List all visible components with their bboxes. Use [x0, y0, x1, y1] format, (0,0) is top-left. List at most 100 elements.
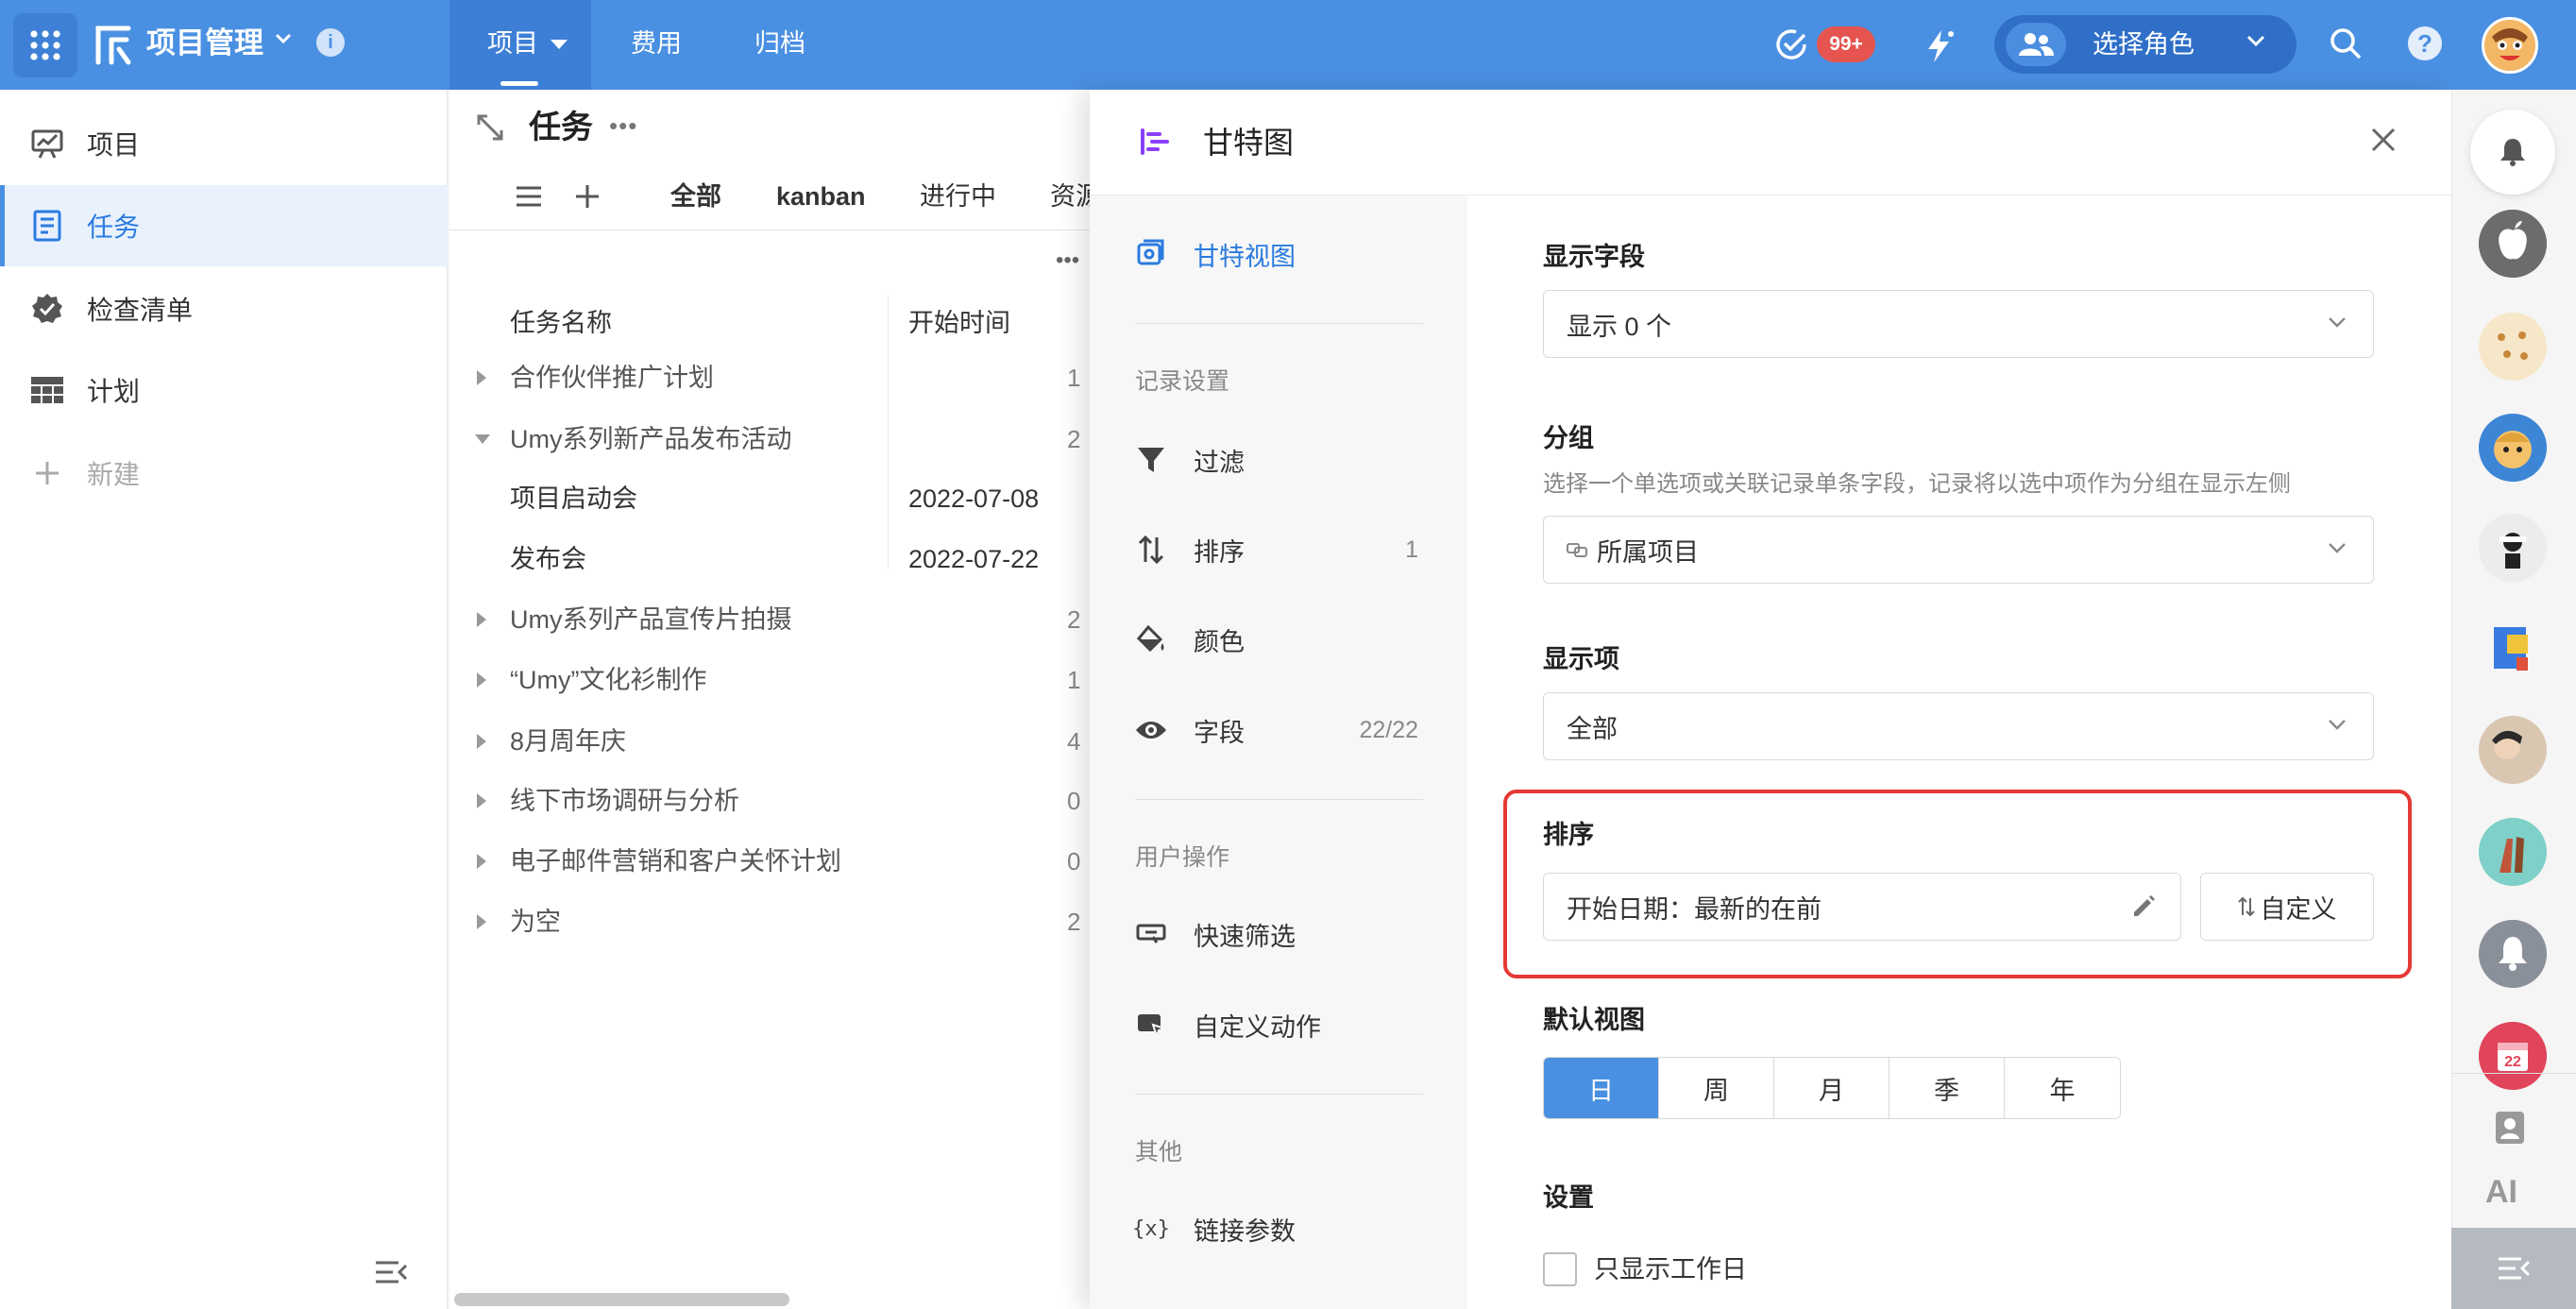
rail-app-apple-icon[interactable]	[2479, 210, 2547, 278]
view-option-week[interactable]: 周	[1659, 1058, 1774, 1118]
row-count: 1	[1067, 364, 1081, 392]
view-option-day[interactable]: 日	[1544, 1058, 1659, 1118]
view-option-month[interactable]: 月	[1774, 1058, 1890, 1118]
workday-only-label[interactable]: 只显示工作日	[1594, 1252, 1747, 1286]
nav-custom-action[interactable]: 自定义动作	[1135, 1001, 1418, 1048]
expand-row-icon[interactable]	[477, 734, 486, 749]
settings-label: 设置	[1543, 1183, 1594, 1212]
rail-app-hands-icon[interactable]	[2479, 818, 2547, 886]
expand-row-icon[interactable]	[477, 612, 486, 627]
column-header-task-name[interactable]: 任务名称	[510, 304, 612, 342]
table-row[interactable]: Umy系列新产品发布活动	[510, 420, 792, 458]
table-row[interactable]: 线下市场调研与分析	[510, 782, 739, 820]
sidebar-item-tasks[interactable]: 任务	[0, 185, 448, 266]
rail-app-bell-icon[interactable]	[2479, 920, 2547, 988]
help-icon[interactable]: ?	[2408, 26, 2442, 60]
nav-item-expenses[interactable]: 费用	[631, 23, 682, 64]
sort-rule-field[interactable]: 开始日期：最新的在前	[1543, 873, 2181, 941]
table-row[interactable]: 电子邮件营销和客户关怀计划	[510, 842, 841, 880]
row-count: 4	[1067, 727, 1081, 756]
rail-app-cube-icon[interactable]	[2479, 616, 2547, 684]
expand-row-icon[interactable]	[477, 854, 486, 869]
nav-fields[interactable]: 字段 22/22	[1135, 706, 1418, 754]
rail-app-calendar-icon[interactable]: 22	[2479, 1022, 2547, 1090]
rail-app-character-icon[interactable]	[2479, 414, 2547, 482]
table-row[interactable]: 为空	[510, 903, 561, 941]
collapse-sidebar-icon[interactable]	[374, 1260, 408, 1284]
expand-icon[interactable]	[476, 113, 504, 142]
role-chevron-down-icon[interactable]	[2246, 34, 2266, 47]
rail-app-photo-icon[interactable]	[2479, 716, 2547, 784]
collapse-rail-icon[interactable]	[2451, 1228, 2576, 1309]
pencil-icon[interactable]	[2131, 894, 2156, 919]
lightning-icon[interactable]	[1923, 28, 1957, 64]
contacts-icon[interactable]	[2494, 1111, 2526, 1145]
app-name[interactable]: 项目管理	[146, 23, 263, 64]
sidebar-new-button[interactable]: 新建	[0, 433, 448, 514]
add-view-icon[interactable]	[574, 183, 601, 210]
tab-kanban[interactable]: kanban	[776, 179, 866, 213]
column-header-start-time[interactable]: 开始时间	[908, 304, 1010, 342]
nav-gantt-view[interactable]: 甘特视图	[1135, 230, 1418, 278]
page-title: 任务	[529, 110, 593, 145]
calendar-day: 22	[2504, 1054, 2521, 1070]
table-grid-icon	[30, 373, 64, 407]
nav-item-projects[interactable]: 项目	[487, 23, 538, 64]
user-avatar[interactable]	[2482, 17, 2538, 74]
role-selector-label[interactable]: 选择角色	[2093, 26, 2195, 63]
sort-icon	[1135, 534, 1167, 566]
workday-only-checkbox[interactable]	[1543, 1252, 1577, 1286]
nav-item-archive[interactable]: 归档	[754, 23, 805, 64]
nav-link-params[interactable]: {x} 链接参数	[1132, 1205, 1418, 1252]
sidebar-item-checklist[interactable]: 检查清单	[0, 268, 448, 349]
display-items-select[interactable]: 全部	[1543, 692, 2374, 760]
custom-sort-label: 自定义	[2260, 894, 2337, 924]
tab-all[interactable]: 全部	[670, 179, 721, 213]
nav-filter[interactable]: 过滤	[1135, 436, 1418, 484]
table-row[interactable]: Umy系列产品宣传片拍摄	[510, 601, 792, 638]
table-row[interactable]: 合作伙伴推广计划	[510, 359, 714, 397]
app-switch-chevron-icon[interactable]	[274, 32, 293, 45]
nav-sort[interactable]: 排序 1	[1135, 526, 1418, 573]
expand-row-icon[interactable]	[477, 914, 486, 929]
nav-dropdown-caret-icon[interactable]	[551, 40, 568, 49]
active-indicator	[0, 185, 5, 266]
custom-action-icon	[1135, 1009, 1167, 1041]
bell-icon[interactable]	[2470, 110, 2555, 195]
sidebar-item-projects[interactable]: 项目	[0, 103, 448, 184]
expand-row-icon[interactable]	[477, 370, 486, 385]
search-icon[interactable]	[2329, 26, 2363, 60]
row-start-date: 2022-07-08	[908, 484, 1040, 513]
rail-app-figure-icon[interactable]	[2479, 514, 2547, 582]
close-icon[interactable]	[2370, 127, 2397, 153]
table-more-icon[interactable]: •••	[1056, 247, 1079, 274]
expand-row-icon[interactable]	[477, 672, 486, 688]
horizontal-scrollbar[interactable]	[454, 1293, 789, 1306]
ai-assistant-button[interactable]: AI	[2485, 1171, 2517, 1213]
notification-count-badge[interactable]: 99+	[1817, 26, 1875, 62]
rail-app-doodle-icon[interactable]	[2479, 313, 2547, 381]
info-icon[interactable]: i	[316, 28, 345, 57]
expand-row-icon[interactable]	[477, 793, 486, 808]
view-option-year[interactable]: 年	[2005, 1058, 2120, 1118]
sidebar-item-plan[interactable]: 计划	[0, 349, 448, 431]
table-row[interactable]: “Umy”文化衫制作	[510, 661, 706, 699]
display-fields-select[interactable]: 显示 0 个	[1543, 290, 2374, 358]
table-row[interactable]: 发布会	[510, 540, 586, 578]
app-grid-icon[interactable]	[13, 13, 77, 77]
group-select[interactable]: 所属项目	[1543, 516, 2374, 584]
table-row[interactable]: 项目启动会	[510, 480, 637, 518]
collapse-row-icon[interactable]	[475, 434, 490, 444]
more-options-icon[interactable]: •••	[609, 111, 637, 141]
view-option-quarter[interactable]: 季	[1890, 1058, 2005, 1118]
todo-check-icon[interactable]	[1773, 26, 1809, 62]
nav-color[interactable]: 颜色	[1135, 616, 1418, 663]
paint-bucket-icon	[1135, 623, 1167, 655]
tab-in-progress[interactable]: 进行中	[920, 179, 996, 213]
group-description: 选择一个单选项或关联记录单条字段，记录将以选中项作为分组在显示左侧	[1543, 471, 2291, 497]
nav-quick-filter[interactable]: 快速筛选	[1135, 910, 1418, 958]
nav-divider	[1135, 799, 1423, 800]
custom-sort-button[interactable]: 自定义	[2200, 873, 2374, 941]
view-list-icon[interactable]	[516, 185, 542, 208]
table-row[interactable]: 8月周年庆	[510, 722, 626, 760]
